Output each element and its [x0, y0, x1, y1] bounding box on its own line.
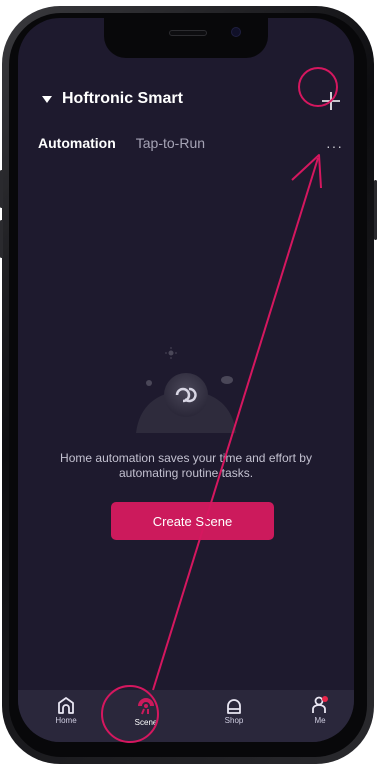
annotation-arrow [152, 154, 322, 691]
